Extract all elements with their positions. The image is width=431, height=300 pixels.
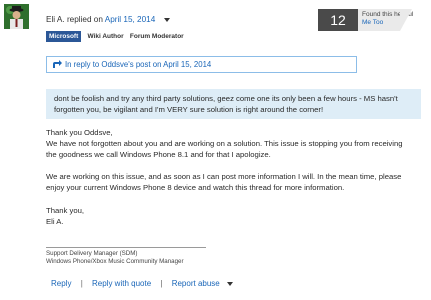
action-separator: | <box>160 279 163 288</box>
report-abuse-link[interactable]: Report abuse <box>172 279 220 288</box>
quote-line: forgotten you, be vigilant and I'm VERY … <box>54 105 324 114</box>
post-date-link[interactable]: April 15, 2014 <box>105 15 156 24</box>
body-line: Thank you, <box>46 206 85 215</box>
in-reply-to-link[interactable]: In reply to Oddsve's post on April 15, 2… <box>46 56 357 73</box>
author-badges: Microsoft Wiki Author Forum Moderator <box>46 31 188 42</box>
helpful-flag-decoration <box>400 9 412 31</box>
signature-line: Support Delivery Manager (SDM) <box>46 250 138 257</box>
chevron-down-icon[interactable] <box>226 281 233 286</box>
body-line: We are working on this issue, and as soo… <box>46 172 402 181</box>
quoted-text: dont be foolish and try any third party … <box>46 89 421 119</box>
in-reply-to-text: In reply to Oddsve's post on April 15, 2… <box>65 60 212 69</box>
reply-body-paragraph-2: We are working on this issue, and as soo… <box>46 171 401 193</box>
avatar[interactable] <box>4 4 29 29</box>
reply-link[interactable]: Reply <box>51 279 71 288</box>
signature: Support Delivery Manager (SDM) Windows P… <box>46 250 184 266</box>
body-line: We have not forgotten about you and are … <box>46 139 403 148</box>
helpful-count: 12 <box>318 9 358 31</box>
body-line: Eli A. <box>46 217 64 226</box>
body-line: Thank you Oddsve, <box>46 128 113 137</box>
action-text: replied on <box>66 15 103 24</box>
forum-moderator-badge: Forum Moderator <box>129 33 184 40</box>
wiki-author-badge: Wiki Author <box>87 33 124 40</box>
signature-divider <box>46 247 206 248</box>
reply-with-quote-link[interactable]: Reply with quote <box>92 279 151 288</box>
reply-body-signoff: Thank you, Eli A. <box>46 205 84 227</box>
reply-arrow-icon <box>53 60 62 68</box>
microsoft-badge: Microsoft <box>46 31 82 42</box>
action-separator: | <box>80 279 83 288</box>
post-header: Eli A. replied on April 15, 2014 <box>46 15 170 24</box>
reply-body-paragraph-1: Thank you Oddsve, We have not forgotten … <box>46 127 403 160</box>
body-line: the goodness we call Windows Phone 8.1 a… <box>46 150 271 159</box>
helpful-label: Found this helpful <box>362 11 414 18</box>
avatar-figure-icon <box>4 4 29 29</box>
author-name[interactable]: Eli A. <box>46 15 65 24</box>
me-too-link[interactable]: Me Too <box>362 19 396 27</box>
chevron-down-icon[interactable] <box>163 17 170 22</box>
quote-line: dont be foolish and try any third party … <box>54 94 398 103</box>
body-line: enjoy your current Windows Phone 8 devic… <box>46 183 345 192</box>
helpful-panel: Found this helpful Me Too <box>358 9 414 31</box>
signature-line: Windows Phone/Xbox Music Community Manag… <box>46 258 184 265</box>
post-actions: Reply | Reply with quote | Report abuse <box>51 279 233 288</box>
